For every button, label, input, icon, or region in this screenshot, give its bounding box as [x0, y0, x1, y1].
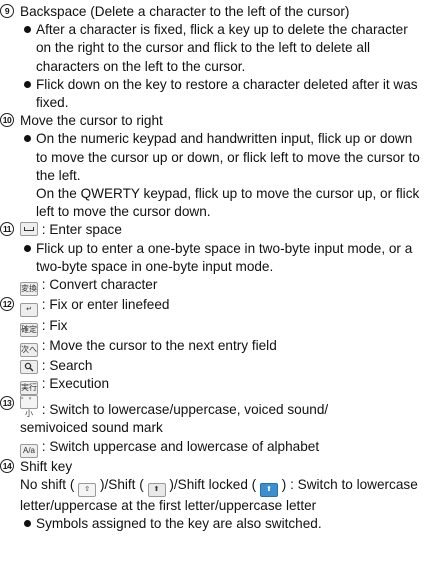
item-10-bullet-1: On the numeric keypad and handwritten in…	[0, 130, 424, 185]
shift-text-a: No shift (	[20, 476, 75, 492]
shift-text-c: )/Shift locked (	[169, 476, 257, 492]
convert-key-icon: 変換	[20, 282, 38, 297]
item-14-title: Shift key	[20, 458, 73, 474]
execution-line: 実行 : Execution	[0, 375, 424, 396]
item-number-11: 11	[0, 222, 14, 237]
item-number-10: 10	[0, 113, 14, 128]
item-number-12: 12	[0, 297, 14, 312]
item-12: 12 ↵ : Fix or enter linefeed	[0, 296, 424, 318]
fix-key-icon: 確定	[20, 323, 38, 338]
item-10-title: Move the cursor to right	[20, 113, 163, 129]
shift-text-b: )/Shift (	[99, 476, 144, 492]
alpha-case-line: A/a : Switch uppercase and lowercase of …	[0, 438, 424, 458]
shift-locked-icon: ⬆	[260, 482, 278, 497]
enter-key-icon: ↵	[20, 303, 38, 318]
item-12-line-2: : Fix	[41, 318, 68, 334]
fix-line: 確定 : Fix	[0, 317, 424, 338]
item-14-paragraph: No shift ( ⇧ )/Shift ( ⬆ )/Shift locked …	[0, 476, 424, 515]
item-13-line-1-cont: semivoiced sound mark	[20, 420, 163, 436]
item-number-9: 9	[0, 4, 14, 18]
item-13-line-1: : Switch to lowercase/uppercase, voiced …	[41, 402, 329, 418]
manual-page: 9 Backspace (Delete a character to the l…	[0, 0, 424, 582]
item-number-14: 14	[0, 458, 14, 473]
item-12-line-4: : Search	[41, 358, 93, 374]
item-number-13: 13	[0, 396, 14, 411]
next-field-line: 次へ : Move the cursor to the next entry f…	[0, 337, 424, 358]
next-key-icon: 次へ	[20, 343, 38, 358]
item-12-line-3: : Move the cursor to the next entry fiel…	[41, 338, 277, 354]
space-key-icon	[20, 222, 38, 237]
search-icon	[20, 360, 38, 375]
item-14-bullet-1: Symbols assigned to the key are also swi…	[0, 515, 424, 533]
item-14: 14 Shift key	[0, 458, 424, 476]
shift-on-icon: ⬆	[147, 482, 166, 497]
item-9-title: Backspace (Delete a character to the lef…	[20, 4, 350, 19]
item-12-line-5: : Execution	[41, 376, 110, 392]
item-9-bullet-2: Flick down on the key to restore a chara…	[0, 76, 424, 112]
item-13: 13 ゛゜小 : Switch to lowercase/uppercase, …	[0, 395, 424, 419]
execute-key-icon: 実行	[20, 381, 38, 396]
item-9-bullet-1: After a character is fixed, flick a key …	[0, 21, 424, 76]
search-line: : Search	[0, 357, 424, 375]
item-13-line-2: : Switch uppercase and lowercase of alph…	[41, 438, 320, 454]
kana-case-key-icon: ゛゜小	[20, 395, 38, 419]
shift-none-icon: ⇧	[78, 482, 97, 497]
alpha-case-key-icon: A/a	[20, 443, 38, 458]
item-11: 11 : Enter space	[0, 221, 424, 239]
item-11-bullet-1: Flick up to enter a one-byte space in tw…	[0, 240, 424, 276]
item-10: 10 Move the cursor to right	[0, 112, 424, 130]
item-10-paragraph: On the QWERTY keypad, flick up to move t…	[36, 186, 420, 220]
convert-line: 変換 : Convert character	[0, 276, 424, 297]
item-12-line-1: : Fix or enter linefeed	[41, 297, 170, 313]
item-11-title: : Enter space	[41, 222, 122, 238]
convert-text: : Convert character	[41, 277, 158, 293]
item-9: 9 Backspace (Delete a character to the l…	[0, 3, 424, 21]
